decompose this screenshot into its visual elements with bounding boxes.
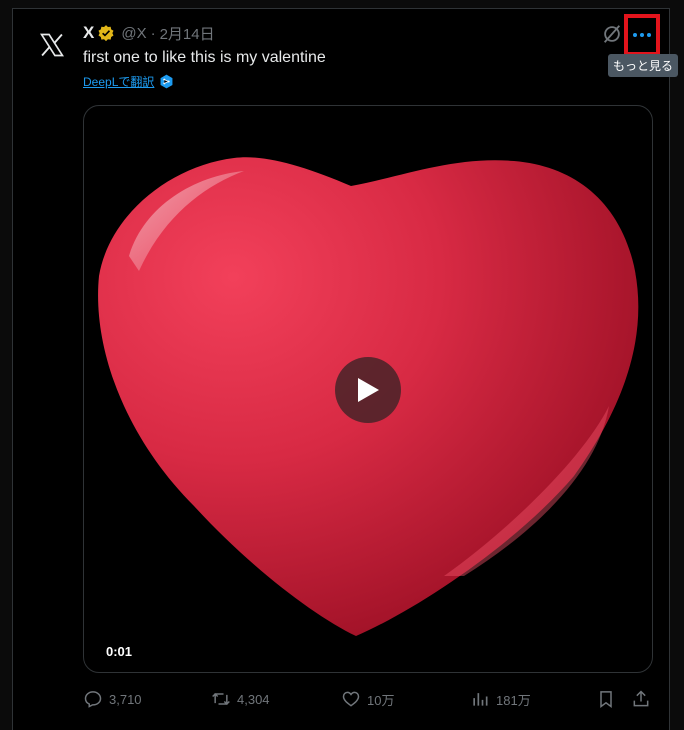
retweet-button[interactable]: 4,304 — [211, 689, 270, 709]
share-button[interactable] — [631, 689, 651, 709]
like-count: 10万 — [367, 692, 395, 708]
tweet-card[interactable]: X @X · 2月14日 first one to like this is m… — [12, 8, 679, 730]
page: X @X · 2月14日 first one to like this is m… — [0, 0, 684, 730]
translate-row: DeepLで翻訳 — [83, 73, 174, 90]
play-button[interactable] — [335, 357, 401, 423]
video-player[interactable]: 0:01 — [83, 105, 653, 673]
retweet-count: 4,304 — [237, 691, 270, 707]
header-separator: · — [150, 24, 156, 42]
x-logo-icon — [40, 33, 64, 57]
translate-link[interactable]: DeepLで翻訳 — [83, 73, 154, 90]
more-tooltip: もっと見る — [608, 54, 679, 77]
grok-icon[interactable] — [601, 23, 623, 45]
views-button[interactable]: 181万 — [470, 689, 531, 709]
more-button[interactable] — [624, 14, 660, 56]
reply-count: 3,710 — [109, 691, 142, 707]
tweet-header: X @X · 2月14日 — [83, 22, 215, 44]
deepl-icon — [160, 74, 173, 89]
bookmark-icon — [600, 691, 612, 708]
verified-badge-icon — [98, 25, 114, 42]
more-icon — [633, 33, 651, 37]
retweet-icon — [212, 692, 230, 706]
author-handle[interactable]: @X — [121, 25, 146, 42]
heart-icon — [342, 691, 360, 707]
views-icon — [473, 693, 488, 706]
share-icon — [633, 690, 649, 707]
reply-button[interactable]: 3,710 — [83, 689, 142, 709]
tweet-date[interactable]: 2月14日 — [160, 23, 215, 44]
tweet-text: first one to like this is my valentine — [83, 49, 326, 66]
avatar[interactable] — [30, 23, 74, 67]
views-count: 181万 — [496, 692, 531, 708]
action-bar: 3,710 4,304 10万 181万 — [83, 685, 663, 715]
play-icon — [358, 378, 379, 402]
reply-icon — [84, 691, 102, 708]
author-name[interactable]: X — [83, 23, 94, 43]
bookmark-button[interactable] — [596, 689, 616, 709]
video-timestamp: 0:01 — [106, 644, 133, 659]
like-button[interactable]: 10万 — [341, 689, 394, 709]
